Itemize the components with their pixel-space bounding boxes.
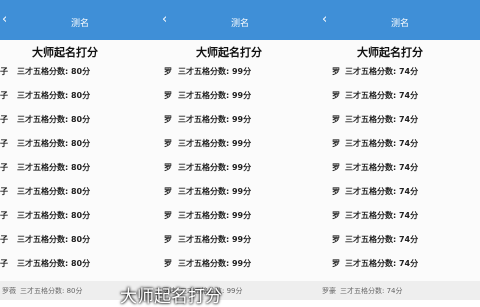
list-item[interactable]: 罗三才五格分数: 74分 — [320, 158, 480, 180]
banner-title: 大师起名打分 — [32, 46, 98, 59]
name-label: 罗 — [332, 91, 340, 100]
list-item[interactable]: 罗三才五格分数: 74分 — [320, 254, 480, 276]
name-label: 罗 — [164, 163, 172, 172]
name-score-panel-1: ‹ 测名 大师起名打分 子三才五格分数: 80分 子三才五格分数: 80分 子三… — [0, 0, 160, 300]
nav-title: 测名 — [70, 19, 89, 29]
name-label: 罗 — [164, 187, 172, 196]
name-label: 罗 — [164, 211, 172, 220]
list-item[interactable]: 子三才五格分数: 80分 — [0, 254, 160, 276]
list-item[interactable]: 罗三才五格分数: 99分 — [160, 182, 320, 204]
score-label: 三才五格分数: 74分 — [345, 259, 419, 268]
banner-title: 大师起名打分 — [357, 46, 423, 59]
name-label: 罗 — [332, 139, 340, 148]
name-label: 子 — [0, 187, 8, 196]
list-item[interactable]: 子三才五格分数: 80分 — [0, 134, 160, 156]
list-item[interactable]: 罗三才五格分数: 74分 — [320, 230, 480, 252]
score-label: 三才五格分数: 80分 — [17, 163, 91, 172]
banner-title: 大师起名打分 — [196, 46, 262, 59]
name-label: 罗 — [164, 91, 172, 100]
score-label: 三才五格分数: 99分 — [178, 139, 252, 148]
score-label: 三才五格分数: 99分 — [178, 187, 252, 196]
score-label: 三才五格分数: 99分 — [178, 91, 252, 100]
name-label: 罗 — [332, 235, 340, 244]
score-label: 三才五格分数: 80分 — [17, 67, 91, 76]
list-item[interactable]: 罗三才五格分数: 99分 — [160, 110, 320, 132]
name-label: 罗 — [164, 259, 172, 268]
name-label: 罗 — [164, 139, 172, 148]
name-label: 子 — [0, 67, 8, 76]
name-score-panel-2: ‹ 测名 大师起名打分 罗三才五格分数: 99分 罗三才五格分数: 99分 罗三… — [160, 0, 320, 300]
name-label: 子 — [0, 211, 8, 220]
score-label: 三才五格分数: 99分 — [178, 115, 252, 124]
list-item[interactable]: 罗三才五格分数: 74分 — [320, 62, 480, 84]
score-label: 三才五格分数: 99分 — [178, 163, 252, 172]
score-label: 三才五格分数: 99分 — [178, 235, 252, 244]
score-label: 三才五格分数: 99分 — [178, 211, 252, 220]
score-label: 三才五格分数: 74分 — [345, 187, 419, 196]
name-label: 子 — [0, 235, 8, 244]
score-label: 三才五格分数: 99分 — [178, 259, 252, 268]
list-item[interactable]: 子三才五格分数: 80分 — [0, 86, 160, 108]
video-caption: 大师起名打分 — [120, 287, 222, 307]
score-label: 三才五格分数: 80分 — [17, 187, 91, 196]
nav-title: 测名 — [230, 19, 249, 29]
list-item[interactable]: 子三才五格分数: 80分 — [0, 62, 160, 84]
nav-title: 测名 — [390, 19, 409, 29]
score-label: 三才五格分数: 74分 — [345, 139, 419, 148]
nav-bar: ‹ 测名 — [320, 0, 480, 40]
name-label: 罗 — [332, 115, 340, 124]
name-label: 子 — [0, 259, 8, 268]
list-item[interactable]: 罗三才五格分数: 99分 — [160, 230, 320, 252]
name-label: 子 — [0, 115, 8, 124]
list-item[interactable]: 罗三才五格分数: 99分 — [160, 134, 320, 156]
nav-bar: ‹ 测名 — [0, 0, 160, 40]
score-label: 三才五格分数: 74分 — [345, 115, 419, 124]
score-label: 三才五格分数: 74分 — [345, 235, 419, 244]
score-label: 三才五格分数: 80分 — [17, 259, 91, 268]
score-label: 三才五格分数: 99分 — [178, 67, 252, 76]
score-label: 三才五格分数: 80分 — [17, 115, 91, 124]
list-item[interactable]: 罗三才五格分数: 99分 — [160, 62, 320, 84]
score-label: 三才五格分数: 80分 — [17, 211, 91, 220]
score-label: 三才五格分数: 80分 — [17, 91, 91, 100]
name-label: 罗 — [164, 115, 172, 124]
list-item[interactable]: 罗三才五格分数: 99分 — [160, 158, 320, 180]
list-item[interactable]: 子三才五格分数: 80分 — [0, 182, 160, 204]
name-label: 罗 — [164, 235, 172, 244]
nav-bar: ‹ 测名 — [160, 0, 320, 40]
score-label: 三才五格分数: 80分 — [17, 235, 91, 244]
list-item[interactable]: 子三才五格分数: 80分 — [0, 230, 160, 252]
name-label: 罗 — [332, 211, 340, 220]
score-label: 三才五格分数: 80分 — [17, 139, 91, 148]
list-item[interactable]: 罗三才五格分数: 74分 — [320, 206, 480, 228]
list-item[interactable]: 罗三才五格分数: 99分 — [160, 254, 320, 276]
list-item[interactable]: 罗三才五格分数: 99分 — [160, 206, 320, 228]
score-label: 三才五格分数: 74分 — [345, 163, 419, 172]
list-item[interactable]: 罗三才五格分数: 74分 — [320, 134, 480, 156]
list-item[interactable]: 子三才五格分数: 80分 — [0, 206, 160, 228]
score-label: 三才五格分数: 74分 — [345, 67, 419, 76]
footer-name: 罗薇 — [2, 287, 16, 295]
footer-score: 三才五格分数: 80分 — [20, 287, 83, 295]
name-label: 子 — [0, 163, 8, 172]
name-label: 罗 — [332, 67, 340, 76]
name-label: 罗 — [332, 163, 340, 172]
list-item[interactable]: 罗三才五格分数: 74分 — [320, 110, 480, 132]
list-item[interactable]: 罗三才五格分数: 99分 — [160, 86, 320, 108]
name-label: 子 — [0, 91, 8, 100]
name-label: 罗 — [332, 259, 340, 268]
list-item[interactable]: 罗三才五格分数: 74分 — [320, 86, 480, 108]
name-label: 子 — [0, 139, 8, 148]
name-label: 罗 — [332, 187, 340, 196]
list-item[interactable]: 子三才五格分数: 80分 — [0, 110, 160, 132]
name-label: 罗 — [164, 67, 172, 76]
score-label: 三才五格分数: 74分 — [345, 211, 419, 220]
score-label: 三才五格分数: 74分 — [345, 91, 419, 100]
list-item[interactable]: 罗三才五格分数: 74分 — [320, 182, 480, 204]
list-item[interactable]: 子三才五格分数: 80分 — [0, 158, 160, 180]
name-score-panel-3: ‹ 测名 大师起名打分 罗三才五格分数: 74分 罗三才五格分数: 74分 罗三… — [320, 0, 480, 300]
